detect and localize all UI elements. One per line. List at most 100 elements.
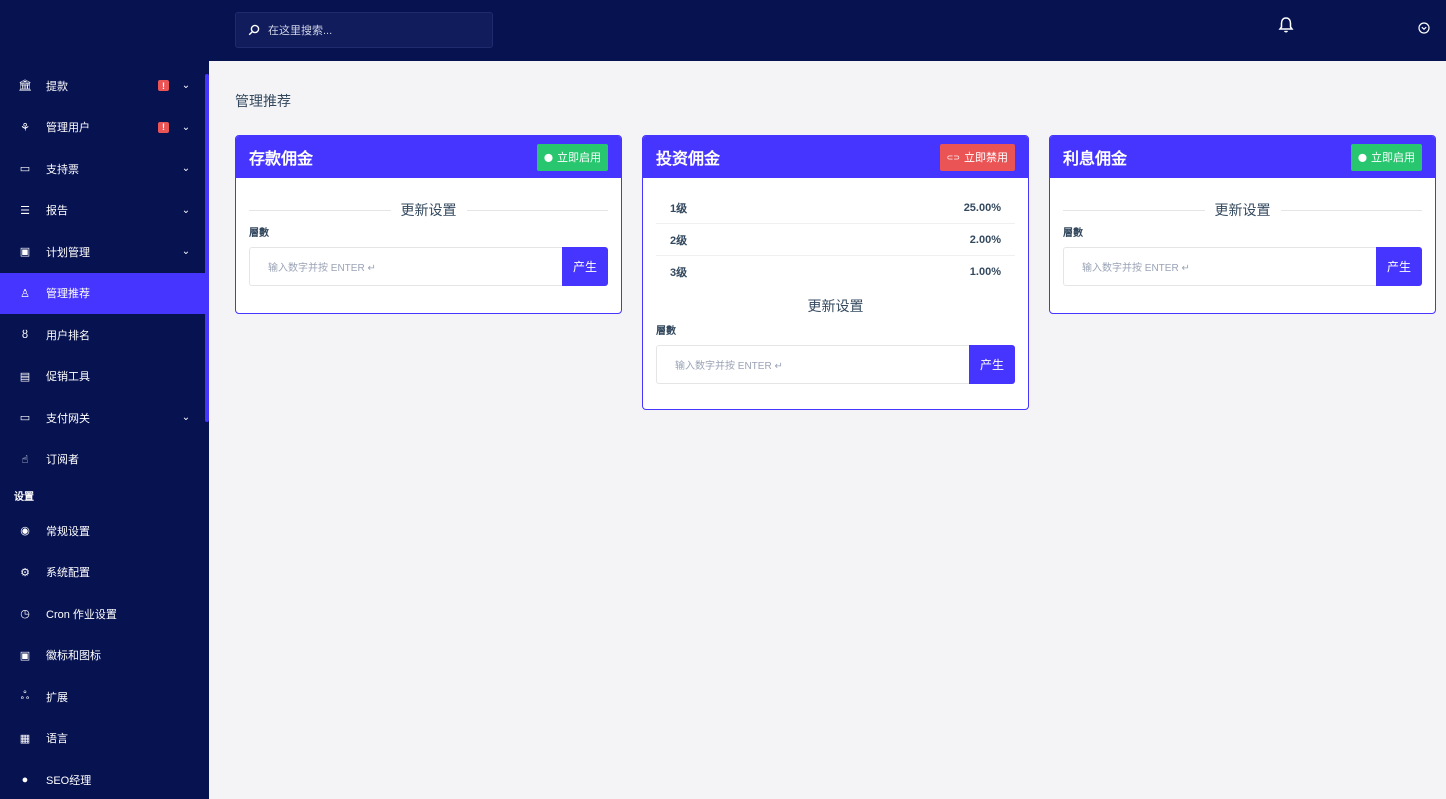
sidebar-item[interactable]: ▣ 徽标和图标 [0, 635, 209, 677]
level-name: 2级 [670, 234, 688, 247]
topbar: 在这里搜索... [209, 0, 1446, 61]
level-count-input[interactable]: 输入数字并按 ENTER ↵ [249, 247, 562, 286]
search-placeholder: 在这里搜索... [268, 25, 333, 37]
settings-section-title: 设置 [14, 491, 34, 503]
sidebar-item[interactable]: ▭ 支持票 ⌄ [0, 148, 209, 190]
sidebar-item[interactable]: ● SEO经理 [0, 759, 209, 799]
level-name: 1级 [670, 202, 688, 215]
card-body: 更新设置 層數 输入数字并按 ENTER ↵ 产生 [236, 178, 621, 313]
card-title: 存款佣金 [249, 151, 314, 168]
clock-icon: ◷ [20, 608, 30, 621]
level-count-input[interactable]: 输入数字并按 ENTER ↵ [1063, 247, 1376, 286]
section-divider: 更新设置 [249, 202, 608, 218]
enable-button-label: 立即启用 [1371, 152, 1415, 164]
sidebar-item-label: 徽标和图标 [46, 650, 101, 663]
generate-button[interactable]: 产生 [1376, 247, 1422, 286]
level-row: 2级 2.00% [656, 224, 1015, 256]
sidebar-item-label: 订阅者 [46, 454, 79, 467]
level-row: 1级 25.00% [656, 192, 1015, 224]
bell-icon[interactable] [1278, 16, 1294, 34]
level-row: 3级 1.00% [656, 256, 1015, 288]
level-percent: 1.00% [969, 266, 1001, 278]
main-content: 管理推荐 存款佣金 ⬤ 立即启用 更新设置 層數 输入数字并按 ENTER ↵ 产… [209, 61, 1446, 799]
sidebar-item[interactable]: ▭ 支付网关 ⌄ [0, 397, 209, 439]
chevron-down-icon: ⌄ [181, 246, 191, 258]
sidebar-item[interactable]: ◉ 常规设置 [0, 510, 209, 552]
chevron-down-icon: ⌄ [181, 163, 191, 175]
sidebar-item-label: 扩展 [46, 691, 68, 704]
card-body: 1级 25.00% 2级 2.00% 3级 1.00% 更新设置 層數 输入数字并按 … [643, 178, 1028, 409]
level-count-input[interactable]: 输入数字并按 ENTER ↵ [656, 345, 969, 384]
ticket-icon: ▭ [19, 163, 31, 176]
field-label: 層數 [1063, 228, 1083, 239]
enable-button-label: 立即启用 [557, 152, 601, 164]
disable-button[interactable]: ⊂⊃ 立即禁用 [939, 143, 1015, 171]
referral-icon: ♙ [20, 287, 30, 300]
sidebar-item-label: 系统配置 [46, 567, 90, 580]
level-input-group: 输入数字并按 ENTER ↵ 产生 [656, 345, 1015, 384]
sidebar-item[interactable]: ⚘ 管理用户! ⌄ [0, 107, 209, 149]
enable-button[interactable]: ⬤ 立即启用 [537, 143, 608, 171]
sidebar-item[interactable]: ȣ 用户排名 [0, 314, 209, 356]
clipboard-icon: ▣ [19, 246, 31, 259]
sidebar-item[interactable]: ☰ 报告 ⌄ [0, 190, 209, 232]
toggle-off-icon: ⊂⊃ [946, 152, 960, 162]
user-menu-icon[interactable] [1418, 22, 1430, 34]
sidebar-item-label: 计划管理 [46, 246, 90, 259]
sidebar-item[interactable]: ▦ 语言 [0, 718, 209, 760]
alert-badge-icon: ! [158, 121, 169, 133]
sidebar-item-label: 支持票 [46, 163, 79, 176]
language-icon: ▦ [19, 732, 31, 745]
disable-button-label: 立即禁用 [964, 152, 1008, 164]
interest-commission-card: 利息佣金 ⬤ 立即启用 更新设置 層數 输入数字并按 ENTER ↵ 产生 [1049, 135, 1436, 314]
sidebar-menu: 🏛 提款! ⌄ ⚘ 管理用户! ⌄ ▭ 支持票 ⌄ ☰ 报告 ⌄ ▣ 计划管理 ⌄ ♙ 管理推荐 ȣ 用户排名 ▤ 促销… [0, 65, 209, 480]
card-header: 存款佣金 ⬤ 立即启用 [236, 136, 621, 178]
sidebar-item-label: 用户排名 [46, 329, 90, 342]
level-input-group: 输入数字并按 ENTER ↵ 产生 [1063, 247, 1422, 286]
users-icon: ⚘ [20, 121, 30, 134]
generate-button[interactable]: 产生 [969, 345, 1015, 384]
sidebar-item[interactable]: ◷ Cron 作业设置 [0, 593, 209, 635]
logo[interactable] [0, 0, 209, 61]
toggle-on-icon: ⬤ [1358, 152, 1367, 162]
generate-button[interactable]: 产生 [562, 247, 608, 286]
level-input-group: 输入数字并按 ENTER ↵ 产生 [249, 247, 608, 286]
search-input[interactable]: 在这里搜索... [235, 12, 493, 48]
chevron-down-icon: ⌄ [181, 204, 191, 216]
sidebar-item-label: 促销工具 [46, 371, 90, 384]
chevron-down-icon: ⌄ [181, 121, 191, 133]
enable-button[interactable]: ⬤ 立即启用 [1351, 143, 1422, 171]
medal-icon: ȣ [21, 328, 29, 341]
alert-badge-icon: ! [158, 80, 169, 92]
list-icon: ☰ [20, 204, 30, 217]
search-icon [248, 24, 260, 36]
puzzle-icon: ஃ [20, 689, 30, 702]
chevron-down-icon: ⌄ [181, 80, 191, 92]
sidebar-item[interactable]: ▣ 计划管理 ⌄ [0, 231, 209, 273]
sidebar-item[interactable]: ▤ 促销工具 [0, 356, 209, 398]
card-header: 利息佣金 ⬤ 立即启用 [1050, 136, 1435, 178]
card-body: 更新设置 層數 输入数字并按 ENTER ↵ 产生 [1050, 178, 1435, 313]
level-percent: 2.00% [969, 233, 1001, 246]
sidebar-item[interactable]: 🏛 提款! ⌄ [0, 65, 209, 107]
level-name: 3级 [670, 267, 688, 279]
lifebuoy-icon: ◉ [20, 525, 30, 538]
section-title: 更新设置 [1214, 202, 1271, 218]
card-title: 投资佣金 [656, 151, 721, 168]
sidebar-item[interactable]: ஃ 扩展 [0, 676, 209, 718]
card-title: 利息佣金 [1063, 151, 1128, 168]
thumb-up-icon: ☝ [21, 453, 29, 466]
sidebar-item-label: Cron 作业设置 [46, 608, 117, 621]
chevron-down-icon: ⌄ [181, 412, 191, 424]
field-label: 層數 [656, 326, 676, 337]
image-icon: ▣ [19, 649, 31, 662]
gear-icon: ⚙ [20, 566, 30, 579]
sidebar-item-label: 报告 [46, 205, 68, 218]
sidebar-item[interactable]: ♙ 管理推荐 [0, 272, 209, 314]
field-label: 層數 [249, 228, 269, 239]
sidebar-item[interactable]: ⚙ 系统配置 [0, 552, 209, 594]
deposit-commission-card: 存款佣金 ⬤ 立即启用 更新设置 層數 输入数字并按 ENTER ↵ 产生 [235, 135, 622, 314]
toggle-on-icon: ⬤ [544, 152, 553, 162]
sidebar-item[interactable]: ☝ 订阅者 [0, 439, 209, 481]
section-title: 更新设置 [807, 298, 864, 314]
